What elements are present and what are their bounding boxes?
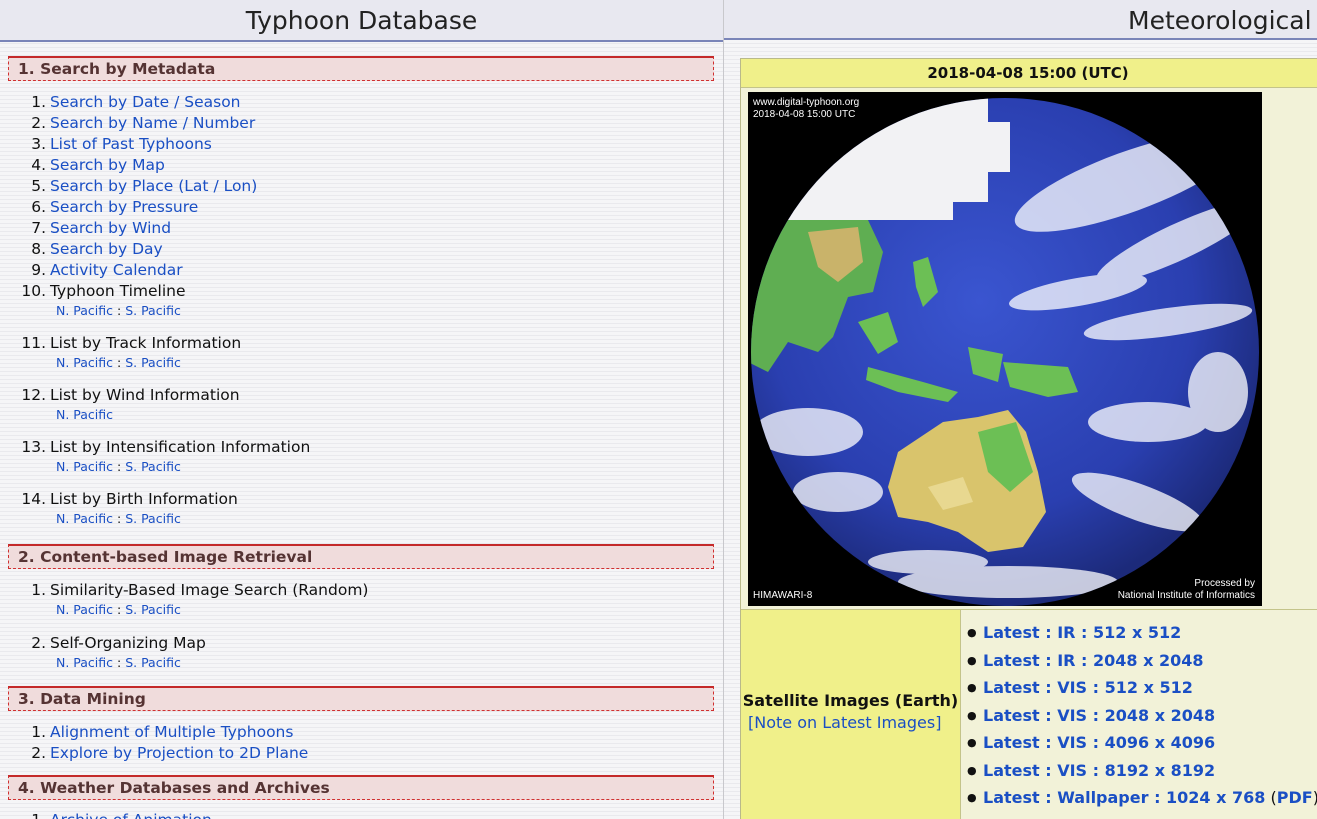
link-n-pacific[interactable]: N. Pacific (56, 303, 113, 318)
region-links: N. Pacific : S. Pacific (56, 303, 181, 318)
item-label-wind-information: List by Wind Information (50, 386, 240, 404)
satellite-name-label: HIMAWARI-8 (753, 590, 813, 601)
satellite-table: 2018-04-08 15:00 (UTC) www.digital-typho… (740, 58, 1317, 819)
link-n-pacific[interactable]: N. Pacific (56, 602, 113, 617)
section-heading-data-mining: 3. Data Mining (8, 686, 714, 711)
list-item: 13. List by Intensification Information N… (21, 438, 311, 474)
list-item: Latest : VIS : 512 x 512 (967, 674, 1317, 702)
link-search-by-date[interactable]: Search by Date / Season (50, 93, 241, 111)
list-item: 2. Explore by Projection to 2D Plane (31, 744, 309, 762)
link-s-pacific[interactable]: S. Pacific (125, 303, 181, 318)
region-links: N. Pacific : S. Pacific (56, 355, 181, 370)
list-item: Latest : IR : 2048 x 2048 (967, 647, 1317, 675)
link-n-pacific[interactable]: N. Pacific (56, 407, 113, 422)
weather-databases-list: 1.Archive of Animation (31, 810, 212, 819)
link-n-pacific[interactable]: N. Pacific (56, 459, 113, 474)
earth-globe-graphic (751, 98, 1259, 606)
link-n-pacific[interactable]: N. Pacific (56, 655, 113, 670)
link-latest-ir-512[interactable]: Latest : IR : 512 x 512 (983, 623, 1181, 642)
list-item: 3. List of Past Typhoons (31, 135, 212, 153)
region-links: N. Pacific : S. Pacific (56, 655, 181, 670)
link-archive-of-animation[interactable]: Archive of Animation (50, 811, 212, 819)
link-s-pacific[interactable]: S. Pacific (125, 655, 181, 670)
list-item: 1. Alignment of Multiple Typhoons (31, 723, 294, 741)
column-title-left: Typhoon Database (0, 0, 723, 42)
satellite-earth-image[interactable]: www.digital-typhoon.org 2018-04-08 15:00… (748, 92, 1262, 606)
link-search-by-day[interactable]: Search by Day (50, 240, 163, 258)
list-item: 4. Search by Map (31, 156, 165, 174)
satellite-images-title: Satellite Images (Earth) (742, 691, 959, 710)
link-alignment-multiple-typhoons[interactable]: Alignment of Multiple Typhoons (50, 723, 293, 741)
column-title-right: Meteorological Satellite (724, 0, 1317, 40)
region-links: N. Pacific (56, 406, 310, 424)
link-list-past-typhoons[interactable]: List of Past Typhoons (50, 135, 212, 153)
list-item: Latest : Wallpaper : 1024 x 768 (PDF) (967, 784, 1317, 812)
list-item: 8. Search by Day (31, 240, 163, 258)
institute-label: National Institute of Informatics (1117, 590, 1255, 601)
list-item: 10. Typhoon Timeline N. Pacific : S. Paci… (21, 281, 310, 333)
latest-images-cell: Latest : IR : 512 x 512 Latest : IR : 20… (961, 609, 1317, 819)
list-item: 2. Search by Name / Number (31, 114, 256, 132)
link-search-by-pressure[interactable]: Search by Pressure (50, 198, 198, 216)
item-label-typhoon-timeline: Typhoon Timeline (50, 282, 186, 300)
list-item: 1.Archive of Animation (31, 810, 212, 819)
data-mining-list: 1. Alignment of Multiple Typhoons 2. Explo… (31, 722, 309, 764)
metadata-list: 1. Search by Date / Season 2. Search by Na… (21, 92, 311, 528)
list-item: 7. Search by Wind (31, 219, 172, 237)
link-latest-vis-8192[interactable]: Latest : VIS : 8192 x 8192 (983, 761, 1215, 780)
list-item: 11. List by Track Information N. Pacific … (21, 333, 310, 385)
list-item: 9. Activity Calendar (31, 261, 183, 279)
processed-by-label: Processed by (1194, 578, 1255, 589)
latest-images-list: Latest : IR : 512 x 512 Latest : IR : 20… (967, 619, 1317, 812)
list-item: 2. Self-Organizing Map N. Pacific : S. Pa… (31, 633, 368, 672)
list-item: 1. Search by Date / Season (31, 93, 241, 111)
observation-datetime: 2018-04-08 15:00 (UTC) (741, 59, 1317, 88)
link-latest-ir-2048[interactable]: Latest : IR : 2048 x 2048 (983, 651, 1204, 670)
link-n-pacific[interactable]: N. Pacific (56, 355, 113, 370)
typhoon-database-column: Typhoon Database 1. Search by Metadata 1… (0, 0, 724, 819)
link-search-by-name[interactable]: Search by Name / Number (50, 114, 255, 132)
list-item: Latest : IR : 512 x 512 (967, 619, 1317, 647)
section-heading-weather-databases: 4. Weather Databases and Archives (8, 775, 714, 800)
region-links: N. Pacific : S. Pacific (56, 602, 181, 617)
item-label-birth-information: List by Birth Information (50, 490, 238, 508)
list-item: 5. Search by Place (Lat / Lon) (31, 177, 258, 195)
link-search-by-wind[interactable]: Search by Wind (50, 219, 171, 237)
link-search-by-place[interactable]: Search by Place (Lat / Lon) (50, 177, 257, 195)
link-explore-projection-2d[interactable]: Explore by Projection to 2D Plane (50, 744, 308, 762)
link-n-pacific[interactable]: N. Pacific (56, 511, 113, 526)
list-item: 12. List by Wind Information N. Pacific (21, 385, 310, 437)
section-heading-image-retrieval: 2. Content-based Image Retrieval (8, 544, 714, 569)
link-s-pacific[interactable]: S. Pacific (125, 459, 181, 474)
link-wallpaper-pdf[interactable]: PDF (1277, 788, 1313, 807)
item-label-similarity-search: Similarity-Based Image Search (Random) (50, 581, 369, 599)
note-on-latest-images-link[interactable]: [Note on Latest Images] (748, 713, 941, 732)
image-retrieval-list: 1. Similarity-Based Image Search (Random)… (31, 580, 369, 672)
link-latest-vis-512[interactable]: Latest : VIS : 512 x 512 (983, 678, 1193, 697)
list-item: 6. Search by Pressure (31, 198, 199, 216)
link-s-pacific[interactable]: S. Pacific (125, 355, 181, 370)
image-timestamp-label: 2018-04-08 15:00 UTC (753, 109, 856, 120)
link-search-by-map[interactable]: Search by Map (50, 156, 165, 174)
item-label-self-organizing-map: Self-Organizing Map (50, 634, 206, 652)
link-latest-vis-2048[interactable]: Latest : VIS : 2048 x 2048 (983, 706, 1215, 725)
item-label-track-information: List by Track Information (50, 334, 242, 352)
section-heading-metadata: 1. Search by Metadata (8, 56, 714, 81)
item-label-intensification-information: List by Intensification Information (50, 438, 311, 456)
list-item: Latest : VIS : 8192 x 8192 (967, 757, 1317, 785)
region-links: N. Pacific : S. Pacific (56, 459, 181, 474)
list-item: Latest : VIS : 2048 x 2048 (967, 702, 1317, 730)
link-s-pacific[interactable]: S. Pacific (125, 602, 181, 617)
link-latest-vis-4096[interactable]: Latest : VIS : 4096 x 4096 (983, 733, 1215, 752)
link-activity-calendar[interactable]: Activity Calendar (50, 261, 183, 279)
meteorological-satellite-column: Meteorological Satellite 2018-04-08 15:0… (724, 0, 1317, 819)
list-item: 1. Similarity-Based Image Search (Random)… (31, 581, 369, 617)
link-s-pacific[interactable]: S. Pacific (125, 511, 181, 526)
list-item: 14. List by Birth Information N. Pacific … (21, 489, 310, 528)
image-site-label: www.digital-typhoon.org (753, 97, 860, 108)
link-latest-wallpaper[interactable]: Latest : Wallpaper : 1024 x 768 (983, 788, 1265, 807)
satellite-images-label-cell: Satellite Images (Earth) [Note on Latest… (741, 609, 961, 819)
region-links: N. Pacific : S. Pacific (56, 511, 181, 526)
list-item: Latest : VIS : 4096 x 4096 (967, 729, 1317, 757)
